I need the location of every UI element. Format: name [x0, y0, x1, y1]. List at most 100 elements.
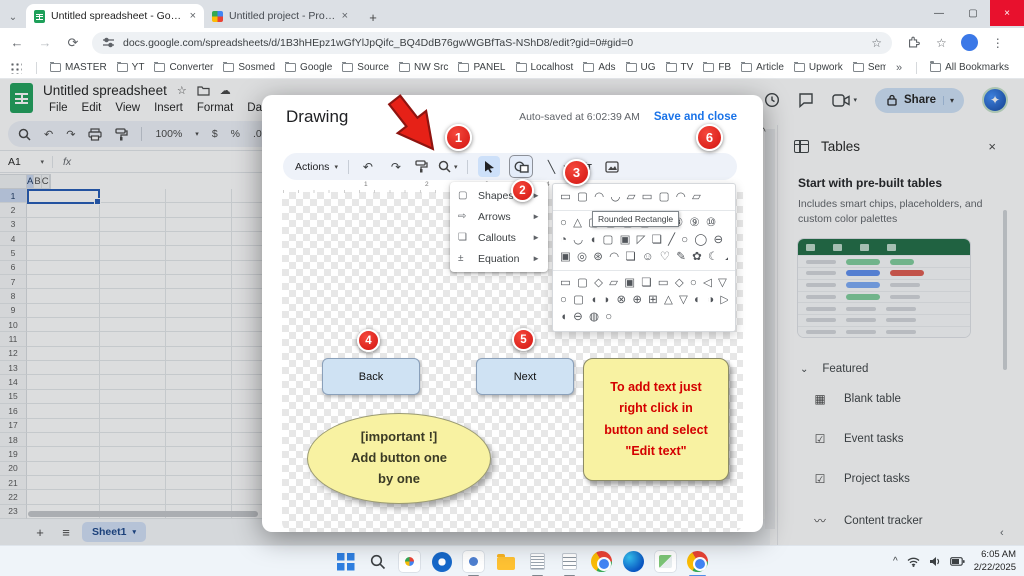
- next-shape-button[interactable]: Next: [476, 358, 574, 395]
- bookmark-folder[interactable]: UG: [621, 62, 661, 73]
- bookmark-folder[interactable]: Google: [280, 62, 337, 73]
- maximize-button[interactable]: ▢: [956, 0, 990, 26]
- taskbar-search-icon[interactable]: [366, 550, 389, 573]
- taskbar-file-explorer-icon[interactable]: [494, 550, 517, 573]
- tab-close-icon[interactable]: ×: [342, 10, 348, 22]
- bookmark-folder[interactable]: NW Src: [394, 62, 453, 73]
- all-bookmarks-button[interactable]: All Bookmarks: [925, 62, 1014, 73]
- taskbar-media-app-icon[interactable]: [462, 550, 485, 573]
- taskbar-edge-icon[interactable]: [622, 550, 645, 573]
- new-tab-button[interactable]: +: [362, 6, 384, 28]
- browser-actions: ☆ ⋮: [902, 34, 1010, 51]
- cursor-icon: [484, 160, 495, 173]
- close-window-button[interactable]: ×: [990, 0, 1024, 26]
- category-label: Callouts: [478, 232, 516, 244]
- bookmark-label: Google: [300, 62, 332, 73]
- bookmark-star-icon[interactable]: ☆: [871, 36, 882, 50]
- reload-button[interactable]: ⟳: [64, 35, 82, 51]
- volume-icon[interactable]: [929, 556, 941, 567]
- forward-button[interactable]: →: [36, 35, 54, 50]
- taskbar-photos-app-icon[interactable]: [398, 550, 421, 573]
- taskbar-chrome-icon[interactable]: [590, 550, 613, 573]
- bookmark-folder[interactable]: MASTER: [45, 62, 112, 73]
- actions-menu-button[interactable]: Actions ▾: [295, 161, 338, 173]
- bookmark-folder[interactable]: Source: [337, 62, 394, 73]
- actions-label: Actions: [295, 161, 329, 173]
- annotation-badge-3: 3: [563, 159, 590, 186]
- category-icon: ±: [458, 253, 470, 264]
- apps-grid-icon[interactable]: [10, 62, 22, 74]
- folder-icon: [794, 63, 805, 72]
- taskbar-chrome-active-icon[interactable]: [686, 550, 709, 573]
- folder-icon: [117, 63, 128, 72]
- shape-menu-item[interactable]: ± Equation ►: [450, 248, 548, 269]
- tab-search-caret-icon[interactable]: ⌄: [0, 6, 26, 28]
- bookmarks-overflow-icon[interactable]: »: [890, 62, 908, 74]
- bookmark-folder[interactable]: PANEL: [453, 62, 510, 73]
- instruction-callout-rect[interactable]: To add text just right click in button a…: [583, 358, 729, 481]
- start-button[interactable]: [334, 550, 357, 573]
- save-and-close-button[interactable]: Save and close: [654, 111, 737, 123]
- site-settings-icon[interactable]: [102, 36, 115, 49]
- browser-tab-inactive[interactable]: Untitled project - Project Editor ×: [204, 4, 356, 28]
- shapes-section-misc: ▭ ▢ ◇ ▱ ▣ ❏ ▭ ◇ ○ ◁ ▽○ ▢ ◖ ◗ ⊗ ⊕ ⊞ △ ▽ ◐…: [560, 275, 728, 326]
- divider: [467, 160, 468, 174]
- tab-close-icon[interactable]: ×: [190, 10, 196, 22]
- ruler-mark: 2: [425, 181, 429, 188]
- bookmark-folder[interactable]: Sosmed: [218, 62, 280, 73]
- bookmark-folder[interactable]: Semrush: [848, 62, 886, 73]
- taskbar-archive-app-icon[interactable]: [558, 550, 581, 573]
- bookmark-folders: MASTER YT Converter Sosmed: [45, 62, 886, 73]
- bookmarks-bar: MASTER YT Converter Sosmed: [0, 57, 1024, 79]
- browser-tab-active[interactable]: Untitled spreadsheet - Google ×: [26, 4, 204, 28]
- folder-icon: [930, 63, 941, 72]
- callout-line: right click in: [584, 399, 728, 418]
- select-tool-button[interactable]: [478, 156, 500, 177]
- browser-menu-icon[interactable]: ⋮: [992, 36, 1004, 50]
- battery-icon[interactable]: [950, 557, 965, 566]
- browser-profile-avatar[interactable]: [961, 34, 978, 51]
- bookmark-folder[interactable]: Article: [736, 62, 789, 73]
- bookmark-folder[interactable]: Converter: [149, 62, 218, 73]
- sheets-page: Untitled spreadsheet ☆ ☁ FileEditViewIns…: [0, 79, 1024, 545]
- shape-row[interactable]: ▭ ▢ ◇ ▱ ▣ ❏ ▭ ◇ ○ ◁ ▽: [560, 275, 728, 292]
- minimize-button[interactable]: —: [922, 0, 956, 26]
- shape-row[interactable]: ◖ ⊖ ◍ ○: [560, 309, 728, 326]
- shape-menu-item[interactable]: ⇨ Arrows ►: [450, 206, 548, 227]
- bookmark-label: NW Src: [414, 62, 448, 73]
- url-omnibox[interactable]: docs.google.com/spreadsheets/d/1B3hHEpz1…: [92, 32, 892, 54]
- category-label: Equation: [478, 253, 519, 265]
- bookmark-label: Source: [357, 62, 389, 73]
- bookmark-label: TV: [681, 62, 694, 73]
- taskbar-clock[interactable]: 6:05 AM 2/22/2025: [974, 549, 1016, 574]
- tab-title: Untitled spreadsheet - Google: [51, 10, 184, 22]
- image-tool-icon[interactable]: [605, 161, 619, 173]
- bookmark-folder[interactable]: Upwork: [789, 62, 848, 73]
- extensions-icon[interactable]: [908, 36, 922, 50]
- bookmark-folder[interactable]: Ads: [578, 62, 620, 73]
- back-button[interactable]: ←: [8, 35, 26, 50]
- taskbar-settings-app-icon[interactable]: [430, 550, 453, 573]
- bookmark-folder[interactable]: FB: [698, 62, 736, 73]
- taskbar-notepad-icon[interactable]: [526, 550, 549, 573]
- shape-menu-item[interactable]: ❏ Callouts ►: [450, 227, 548, 248]
- shape-row[interactable]: ▭ ▢ ◠ ◡ ▱ ▭ ▢ ◠ ▱: [560, 189, 728, 206]
- tray-chevron-icon[interactable]: ^: [893, 556, 898, 567]
- annotation-badge-6: 6: [696, 124, 723, 151]
- browser-addressbar: ← → ⟳ docs.google.com/spreadsheets/d/1B3…: [0, 28, 1024, 57]
- star-collection-icon[interactable]: ☆: [936, 36, 947, 50]
- sheets-favicon-icon: [34, 10, 45, 23]
- shape-row[interactable]: ▣ ◎ ⊛ ◠ ❏ ☺ ♡ ✎ ✿ ☾ ☁: [560, 249, 728, 266]
- bookmark-folder[interactable]: TV: [661, 62, 699, 73]
- bookmark-folder[interactable]: YT: [112, 62, 150, 73]
- bookmark-folder[interactable]: Localhost: [511, 62, 579, 73]
- taskbar-editor-app-icon[interactable]: [654, 550, 677, 573]
- undo-icon[interactable]: ↶: [359, 160, 377, 174]
- shape-tool-button[interactable]: [510, 156, 532, 177]
- all-bookmarks-label: All Bookmarks: [945, 62, 1009, 73]
- back-shape-button[interactable]: Back: [322, 358, 420, 395]
- shape-row[interactable]: ◔ ◡ ◖ ▢ ▣ ◸ ❏ ╱ ○ ◯ ⊖ ▤: [560, 232, 728, 249]
- important-note-ellipse[interactable]: [important !] Add button one by one: [307, 413, 491, 504]
- shape-row[interactable]: ○ ▢ ◖ ◗ ⊗ ⊕ ⊞ △ ▽ ◐ ◑ ▷: [560, 292, 728, 309]
- wifi-icon[interactable]: [907, 557, 920, 567]
